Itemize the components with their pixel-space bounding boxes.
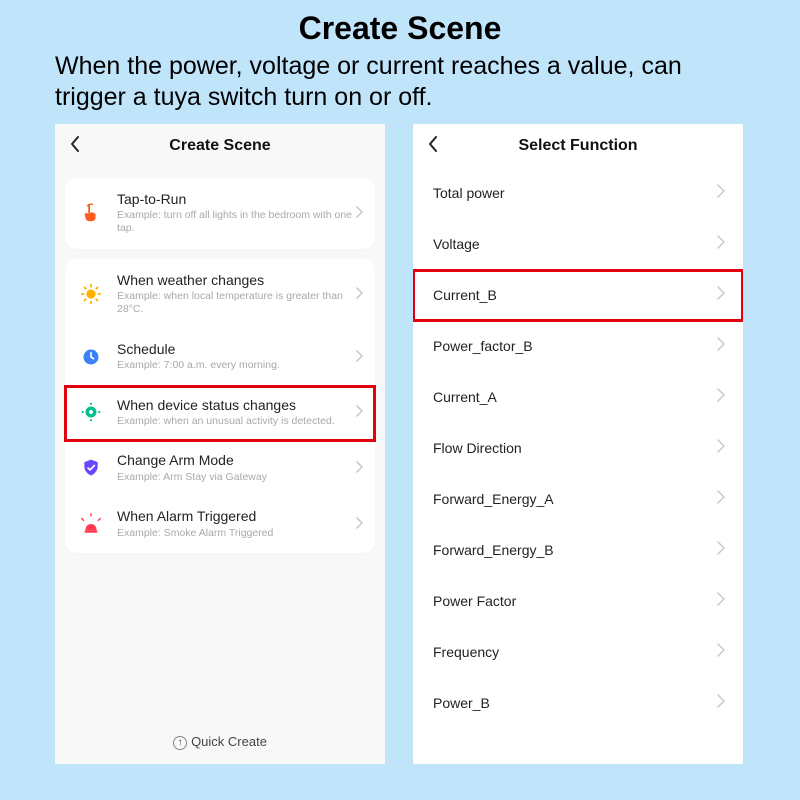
item-tap-to-run[interactable]: Tap-to-Run Example: turn off all lights … <box>65 178 375 249</box>
function-row[interactable]: Total power <box>413 168 743 219</box>
chevron-right-icon <box>353 404 363 420</box>
function-label: Forward_Energy_B <box>433 542 554 558</box>
condition-item[interactable]: When weather changesExample: when local … <box>65 259 375 330</box>
condition-item[interactable]: When device status changesExample: when … <box>65 386 375 442</box>
function-label: Forward_Energy_A <box>433 491 554 507</box>
function-row[interactable]: Forward_Energy_A <box>413 474 743 525</box>
function-row[interactable]: Forward_Energy_B <box>413 525 743 576</box>
condition-item[interactable]: Change Arm Mode Example: Arm Stay via Gat… <box>65 441 375 497</box>
page-description: When the power, voltage or current reach… <box>0 47 800 124</box>
quick-create-label: Quick Create <box>191 734 267 749</box>
chevron-right-icon <box>715 337 725 356</box>
card-tap-to-run: Tap-to-Run Example: turn off all lights … <box>65 178 375 249</box>
function-label: Current_B <box>433 287 497 303</box>
chevron-right-icon <box>715 388 725 407</box>
chevron-right-icon <box>353 205 363 221</box>
device-icon <box>79 400 103 424</box>
condition-item[interactable]: When Alarm Triggered Example: Smoke Alarm… <box>65 497 375 553</box>
function-label: Voltage <box>433 236 480 252</box>
item-title: When Alarm Triggered <box>117 508 353 525</box>
sun-icon <box>79 282 103 306</box>
clock-icon <box>79 345 103 369</box>
screen-header: Create Scene <box>55 124 385 168</box>
item-subtitle: Example: turn off all lights in the bedr… <box>117 209 353 235</box>
item-text: Tap-to-Run Example: turn off all lights … <box>117 191 353 236</box>
function-label: Total power <box>433 185 505 201</box>
function-row[interactable]: Voltage <box>413 219 743 270</box>
page-title: Create Scene <box>0 0 800 47</box>
phone-select-function: Select Function Total power Voltage Curren… <box>413 124 743 764</box>
function-row[interactable]: Power_B <box>413 678 743 729</box>
item-title: When weather changes <box>117 272 353 289</box>
item-title: When device status changes <box>117 397 353 414</box>
function-label: Frequency <box>433 644 499 660</box>
item-title: Tap-to-Run <box>117 191 353 208</box>
function-label: Power_factor_B <box>433 338 533 354</box>
chevron-right-icon <box>715 541 725 560</box>
item-subtitle: Example: when local temperature is great… <box>117 290 353 316</box>
phones-row: Create Scene Tap-to-Run Example: turn of… <box>0 124 800 764</box>
screen-header: Select Function <box>413 124 743 168</box>
function-row[interactable]: Current_B <box>413 270 743 321</box>
item-text: Change Arm Mode Example: Arm Stay via Gat… <box>117 452 353 484</box>
plus-circle-icon: ↑ <box>173 736 187 750</box>
chevron-right-icon <box>353 349 363 365</box>
function-row[interactable]: Current_A <box>413 372 743 423</box>
quick-create-button[interactable]: ↑ Quick Create <box>55 712 385 764</box>
item-subtitle: Example: Arm Stay via Gateway <box>117 471 353 484</box>
item-text: ScheduleExample: 7:00 a.m. every morning… <box>117 341 353 373</box>
chevron-right-icon <box>715 694 725 713</box>
item-subtitle: Example: when an unusual activity is det… <box>117 415 353 428</box>
chevron-right-icon <box>715 439 725 458</box>
function-row[interactable]: Power Factor <box>413 576 743 627</box>
shield-icon <box>79 456 103 480</box>
phone-create-scene: Create Scene Tap-to-Run Example: turn of… <box>55 124 385 764</box>
screen-title: Select Function <box>427 137 729 155</box>
screen-title: Create Scene <box>69 137 371 155</box>
item-title: Schedule <box>117 341 353 358</box>
chevron-right-icon <box>715 286 725 305</box>
function-list: Total power Voltage Current_B Power_factor_… <box>413 168 743 729</box>
tap-icon <box>79 201 103 225</box>
scene-options: Tap-to-Run Example: turn off all lights … <box>55 168 385 712</box>
item-subtitle: Example: Smoke Alarm Triggered <box>117 527 353 540</box>
item-text: When Alarm Triggered Example: Smoke Alarm… <box>117 508 353 540</box>
chevron-right-icon <box>715 490 725 509</box>
function-label: Flow Direction <box>433 440 522 456</box>
function-label: Power_B <box>433 695 490 711</box>
condition-item[interactable]: ScheduleExample: 7:00 a.m. every morning… <box>65 330 375 386</box>
chevron-right-icon <box>715 184 725 203</box>
function-row[interactable]: Frequency <box>413 627 743 678</box>
function-label: Power Factor <box>433 593 516 609</box>
item-text: When device status changesExample: when … <box>117 397 353 429</box>
chevron-right-icon <box>353 286 363 302</box>
item-title: Change Arm Mode <box>117 452 353 469</box>
item-subtitle: Example: 7:00 a.m. every morning. <box>117 359 353 372</box>
card-conditions: When weather changesExample: when local … <box>65 259 375 554</box>
function-row[interactable]: Flow Direction <box>413 423 743 474</box>
item-text: When weather changesExample: when local … <box>117 272 353 317</box>
alarm-icon <box>79 512 103 536</box>
chevron-right-icon <box>353 516 363 532</box>
function-row[interactable]: Power_factor_B <box>413 321 743 372</box>
chevron-right-icon <box>715 592 725 611</box>
chevron-right-icon <box>715 643 725 662</box>
chevron-right-icon <box>715 235 725 254</box>
chevron-right-icon <box>353 460 363 476</box>
function-label: Current_A <box>433 389 497 405</box>
